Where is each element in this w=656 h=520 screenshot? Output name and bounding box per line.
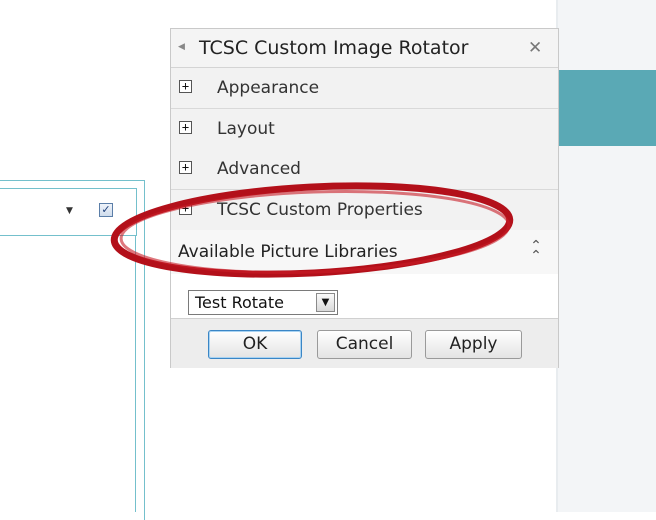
ok-button[interactable]: OK bbox=[208, 330, 302, 359]
teal-banner bbox=[558, 70, 656, 146]
libraries-body: Test Rotate ▼ bbox=[171, 274, 558, 318]
picture-library-select[interactable]: Test Rotate ▼ bbox=[188, 290, 338, 315]
collapse-chevron-icon[interactable]: ⌃ ⌃ bbox=[530, 239, 542, 263]
back-arrow-icon[interactable]: ◀ bbox=[178, 41, 185, 53]
apply-button[interactable]: Apply bbox=[425, 330, 522, 359]
picture-library-selected-value: Test Rotate bbox=[195, 293, 284, 312]
tool-pane: ◀ TCSC Custom Image Rotator ✕ + Appearan… bbox=[170, 28, 559, 368]
dropdown-arrow-icon[interactable]: ▼ bbox=[316, 293, 335, 312]
web-part-border bbox=[135, 236, 136, 512]
tool-pane-button-bar: OK Cancel Apply bbox=[171, 318, 558, 368]
plus-icon[interactable]: + bbox=[179, 121, 192, 134]
section-label: TCSC Custom Properties bbox=[217, 200, 423, 220]
plus-icon[interactable]: + bbox=[179, 161, 192, 174]
cancel-button[interactable]: Cancel bbox=[317, 330, 412, 359]
web-part-select-checkbox[interactable]: ✓ bbox=[99, 203, 113, 217]
section-label: Advanced bbox=[217, 159, 301, 179]
available-picture-libraries-header[interactable]: Available Picture Libraries ⌃ ⌃ bbox=[171, 230, 558, 275]
section-appearance[interactable]: + Appearance bbox=[171, 68, 558, 109]
section-label: Layout bbox=[217, 119, 275, 139]
section-layout[interactable]: + Layout bbox=[171, 109, 558, 150]
section-label: Appearance bbox=[217, 78, 320, 98]
tool-pane-header: ◀ TCSC Custom Image Rotator ✕ bbox=[171, 29, 558, 68]
plus-icon[interactable]: + bbox=[179, 202, 192, 215]
section-tcsc-custom-properties[interactable]: + TCSC Custom Properties bbox=[171, 190, 558, 231]
web-part-menu-arrow-icon[interactable]: ▼ bbox=[66, 206, 73, 216]
tool-pane-title: TCSC Custom Image Rotator bbox=[199, 37, 469, 59]
section-advanced[interactable]: + Advanced bbox=[171, 149, 558, 190]
close-icon[interactable]: ✕ bbox=[528, 37, 542, 59]
available-picture-libraries-label: Available Picture Libraries bbox=[178, 242, 398, 262]
plus-icon[interactable]: + bbox=[179, 80, 192, 93]
